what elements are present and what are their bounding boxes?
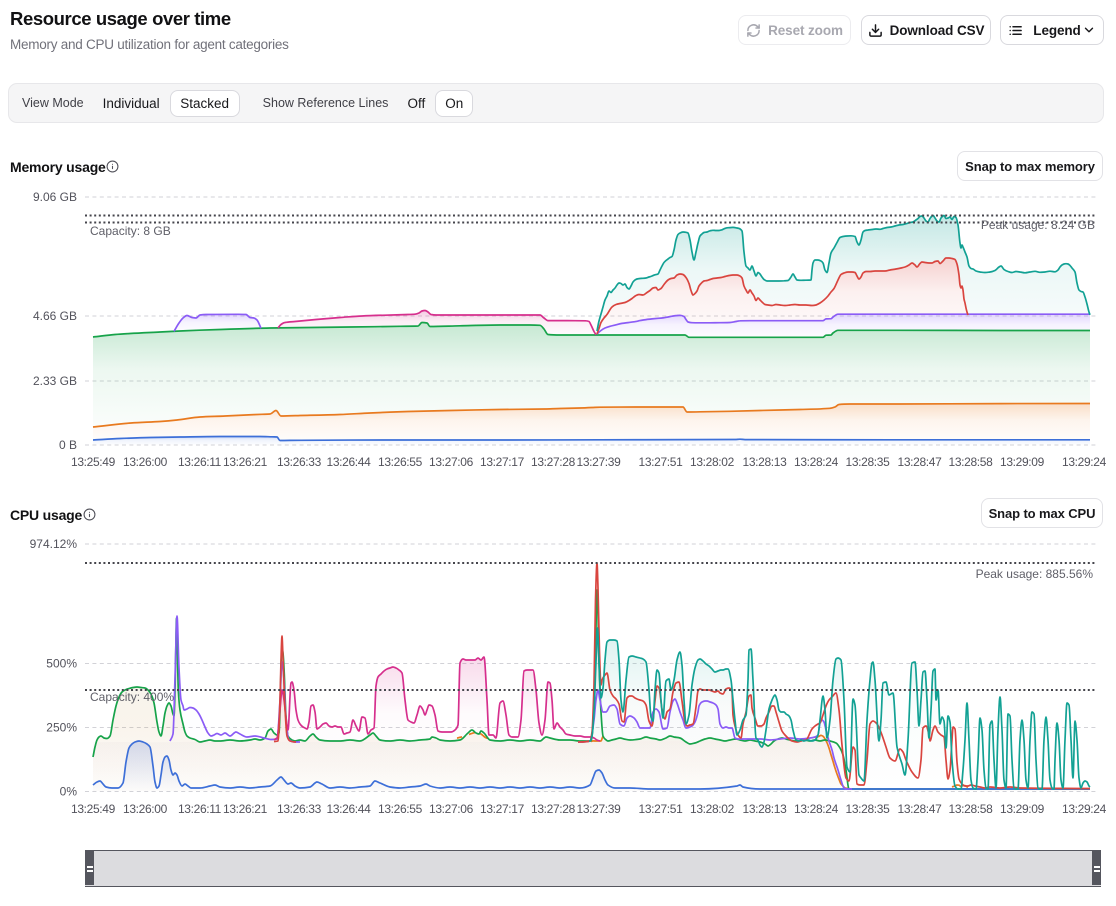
svg-text:13:28:35: 13:28:35 xyxy=(846,802,891,816)
svg-text:13:26:33: 13:26:33 xyxy=(277,455,322,469)
svg-text:13:28:47: 13:28:47 xyxy=(898,802,943,816)
svg-text:13:26:00: 13:26:00 xyxy=(123,802,168,816)
svg-text:13:29:24: 13:29:24 xyxy=(1062,802,1107,816)
svg-text:13:26:44: 13:26:44 xyxy=(327,455,372,469)
svg-text:13:26:44: 13:26:44 xyxy=(327,802,372,816)
svg-text:4.66 GB: 4.66 GB xyxy=(33,309,77,323)
svg-text:13:27:39: 13:27:39 xyxy=(577,802,622,816)
svg-text:13:27:06: 13:27:06 xyxy=(429,455,474,469)
svg-text:2.33 GB: 2.33 GB xyxy=(33,374,77,388)
svg-text:13:27:28: 13:27:28 xyxy=(531,455,576,469)
svg-text:Capacity: 8 GB: Capacity: 8 GB xyxy=(90,224,171,238)
svg-text:13:28:47: 13:28:47 xyxy=(898,455,943,469)
svg-text:Capacity: 400%: Capacity: 400% xyxy=(90,690,174,704)
svg-text:13:28:13: 13:28:13 xyxy=(743,802,788,816)
svg-text:13:26:11: 13:26:11 xyxy=(178,455,222,469)
svg-text:13:28:02: 13:28:02 xyxy=(690,802,735,816)
svg-text:13:26:21: 13:26:21 xyxy=(223,455,268,469)
svg-text:13:27:39: 13:27:39 xyxy=(577,455,622,469)
svg-text:13:26:11: 13:26:11 xyxy=(178,802,222,816)
svg-text:13:27:28: 13:27:28 xyxy=(531,802,576,816)
svg-text:0%: 0% xyxy=(60,785,78,799)
svg-text:974.12%: 974.12% xyxy=(30,537,78,551)
svg-text:250%: 250% xyxy=(46,721,77,735)
svg-text:0 B: 0 B xyxy=(59,438,77,452)
svg-text:13:28:24: 13:28:24 xyxy=(794,802,839,816)
svg-text:13:28:58: 13:28:58 xyxy=(949,455,994,469)
svg-text:13:25:49: 13:25:49 xyxy=(71,455,116,469)
svg-text:13:26:55: 13:26:55 xyxy=(378,455,423,469)
svg-text:13:28:02: 13:28:02 xyxy=(690,455,735,469)
svg-text:13:29:24: 13:29:24 xyxy=(1062,455,1107,469)
svg-text:13:26:00: 13:26:00 xyxy=(123,455,168,469)
svg-text:13:27:51: 13:27:51 xyxy=(639,455,684,469)
svg-text:13:27:51: 13:27:51 xyxy=(639,802,684,816)
svg-text:13:27:17: 13:27:17 xyxy=(480,802,525,816)
svg-text:13:27:06: 13:27:06 xyxy=(429,802,474,816)
svg-text:13:28:13: 13:28:13 xyxy=(743,455,788,469)
svg-text:Peak usage: 8.24 GB: Peak usage: 8.24 GB xyxy=(981,218,1095,232)
svg-text:13:29:09: 13:29:09 xyxy=(1000,802,1045,816)
svg-text:13:27:17: 13:27:17 xyxy=(480,455,525,469)
svg-text:13:28:58: 13:28:58 xyxy=(949,802,994,816)
svg-text:9.06 GB: 9.06 GB xyxy=(33,190,77,204)
svg-text:13:28:24: 13:28:24 xyxy=(794,455,839,469)
svg-text:13:29:09: 13:29:09 xyxy=(1000,455,1045,469)
svg-text:13:26:33: 13:26:33 xyxy=(277,802,322,816)
svg-text:13:26:55: 13:26:55 xyxy=(378,802,423,816)
svg-text:13:25:49: 13:25:49 xyxy=(71,802,116,816)
svg-text:Peak usage: 885.56%: Peak usage: 885.56% xyxy=(976,567,1094,581)
svg-text:13:28:35: 13:28:35 xyxy=(846,455,891,469)
svg-text:500%: 500% xyxy=(46,657,77,671)
svg-text:13:26:21: 13:26:21 xyxy=(223,802,268,816)
